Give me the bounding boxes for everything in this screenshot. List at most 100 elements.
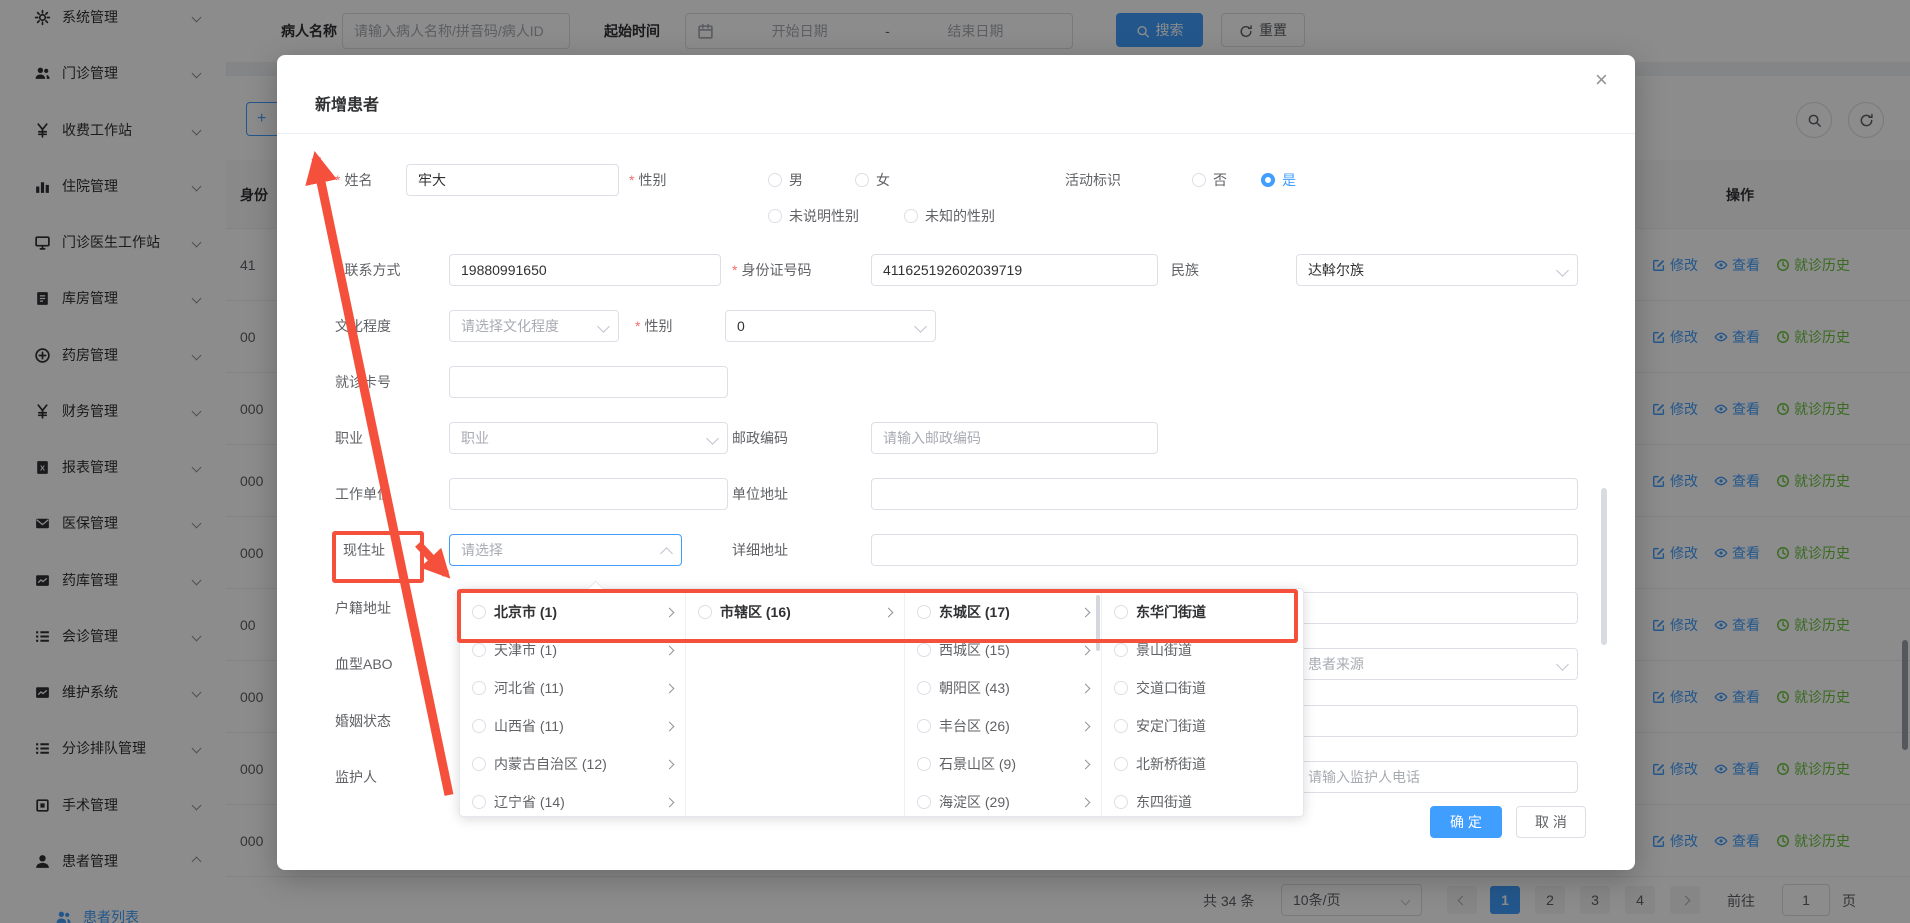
active-yes-radio[interactable]: 是 (1261, 164, 1296, 196)
postcode-input[interactable]: 请输入邮政编码 (871, 422, 1158, 454)
radio-icon (917, 757, 931, 771)
radio-icon (1114, 795, 1128, 809)
detail-address-input[interactable] (871, 534, 1578, 566)
cascader-option[interactable]: 朝阳区 (43) (905, 669, 1101, 707)
cascader-option[interactable]: 北新桥街道 (1102, 745, 1305, 783)
cascader-column-4: 东华门街道景山街道交道口街道安定门街道北新桥街道东四街道 (1102, 589, 1305, 816)
radio-icon (472, 757, 486, 771)
guardian-phone-input[interactable]: 请输入监护人电话 (1296, 761, 1578, 793)
chevron-right-icon (665, 645, 675, 655)
cascader-option-label: 海淀区 (29) (939, 792, 1010, 812)
cascader-option[interactable]: 石景山区 (9) (905, 745, 1101, 783)
id-number-input[interactable]: 411625192602039719 (871, 254, 1158, 286)
dialog-title: 新增患者 (315, 91, 379, 115)
cascader-option[interactable]: 河北省 (11) (460, 669, 685, 707)
cascader-option-label: 石景山区 (9) (939, 754, 1016, 774)
cancel-button[interactable]: 取 消 (1516, 806, 1586, 838)
cascader-placeholder: 请选择 (461, 540, 503, 560)
chevron-right-icon (665, 721, 675, 731)
radio-icon (1114, 643, 1128, 657)
radio-icon (1114, 681, 1128, 695)
cascader-scrollbar-thumb[interactable] (1096, 595, 1100, 651)
registered-address-input[interactable] (1296, 592, 1578, 624)
cascader-option-label: 丰台区 (26) (939, 716, 1010, 736)
cascader-option[interactable]: 海淀区 (29) (905, 783, 1101, 821)
chevron-right-icon (665, 759, 675, 769)
visit-card-input[interactable] (449, 366, 728, 398)
education-select[interactable]: 请选择文化程度 (449, 310, 619, 342)
gender2-select[interactable]: 0 (725, 310, 936, 342)
active-flag-label: 活动标识 (1065, 164, 1121, 196)
cascader-option-label: 市辖区 (16) (720, 602, 791, 622)
cascader-option[interactable]: 东城区 (17) (905, 593, 1101, 631)
active-no-radio[interactable]: 否 (1192, 164, 1227, 196)
chevron-right-icon (665, 607, 675, 617)
ethnicity-select[interactable]: 达斡尔族 (1296, 254, 1578, 286)
cascader-option-label: 交道口街道 (1136, 678, 1206, 698)
radio-icon (472, 681, 486, 695)
cascader-option-label: 北京市 (1) (494, 602, 557, 622)
radio-icon (1114, 757, 1128, 771)
cascader-option-label: 内蒙古自治区 (12) (494, 754, 607, 774)
cascader-option[interactable]: 市辖区 (16) (686, 593, 904, 631)
workaddr-input[interactable] (871, 478, 1578, 510)
cascader-option[interactable]: 安定门街道 (1102, 707, 1305, 745)
cascader-option[interactable]: 山西省 (11) (460, 707, 685, 745)
gender-unknown-radio[interactable]: 未知的性别 (904, 200, 995, 232)
visit-card-label: 就诊卡号 (335, 366, 391, 398)
gender-unstated-radio[interactable]: 未说明性别 (768, 200, 859, 232)
current-address-cascader[interactable]: 请选择 (449, 534, 682, 566)
gender2-label: 性别 (635, 310, 672, 342)
cascader-option-label: 东城区 (17) (939, 602, 1010, 622)
name-input[interactable]: 牢大 (406, 164, 619, 196)
modal-scrollbar-thumb[interactable] (1601, 488, 1607, 645)
guardian-phone-placeholder: 请输入监护人电话 (1308, 767, 1420, 787)
chevron-right-icon (1081, 607, 1091, 617)
radio-icon (472, 719, 486, 733)
close-icon[interactable]: × (1589, 61, 1614, 99)
cascader-option[interactable]: 景山街道 (1102, 631, 1305, 669)
chevron-right-icon (1081, 797, 1091, 807)
cascader-option[interactable]: 东四街道 (1102, 783, 1305, 821)
ethnicity-value: 达斡尔族 (1308, 260, 1364, 280)
radio-icon (917, 719, 931, 733)
cascader-option-label: 天津市 (1) (494, 640, 557, 660)
workunit-input[interactable] (449, 478, 728, 510)
cascader-option-label: 东华门街道 (1136, 602, 1206, 622)
confirm-button[interactable]: 确 定 (1430, 806, 1502, 838)
radio-icon (1114, 719, 1128, 733)
chevron-down-icon (1556, 658, 1569, 671)
patient-source-placeholder: 患者来源 (1308, 654, 1364, 674)
workunit-label: 工作单位 (335, 478, 391, 510)
marital-status-label: 婚姻状态 (335, 705, 391, 737)
radio-icon (1192, 173, 1206, 187)
cascader-option[interactable]: 丰台区 (26) (905, 707, 1101, 745)
cascader-option[interactable]: 西城区 (15) (905, 631, 1101, 669)
gender-male-radio[interactable]: 男 (768, 164, 803, 196)
cascader-option[interactable]: 天津市 (1) (460, 631, 685, 669)
radio-icon (917, 795, 931, 809)
cascader-option[interactable]: 辽宁省 (14) (460, 783, 685, 821)
cascader-option-label: 西城区 (15) (939, 640, 1010, 660)
cascader-option-label: 河北省 (11) (494, 678, 564, 698)
gender-female-radio[interactable]: 女 (855, 164, 890, 196)
detail-address-label: 详细地址 (732, 534, 788, 566)
cascader-option[interactable]: 北京市 (1) (460, 593, 685, 631)
chevron-down-icon (706, 432, 719, 445)
postcode-placeholder: 请输入邮政编码 (883, 428, 981, 448)
radio-selected-icon (1261, 173, 1275, 187)
occupation-select[interactable]: 职业 (449, 422, 728, 454)
radio-icon (472, 795, 486, 809)
cascader-option-label: 景山街道 (1136, 640, 1192, 660)
cascader-option[interactable]: 内蒙古自治区 (12) (460, 745, 685, 783)
contact-input[interactable]: 19880991650 (449, 254, 721, 286)
cascader-option[interactable]: 交道口街道 (1102, 669, 1305, 707)
marital-right-input[interactable] (1296, 705, 1578, 737)
cascader-option[interactable]: 东华门街道 (1102, 593, 1305, 631)
cascader-column-3: 东城区 (17) 西城区 (15) 朝阳区 (43) 丰台区 (26) 石景山区 (9)… (905, 589, 1102, 816)
occupation-label: 职业 (335, 422, 363, 454)
name-value: 牢大 (418, 170, 446, 190)
contact-value: 19880991650 (461, 262, 547, 278)
patient-source-select[interactable]: 患者来源 (1296, 648, 1578, 680)
education-label: 文化程度 (335, 310, 391, 342)
